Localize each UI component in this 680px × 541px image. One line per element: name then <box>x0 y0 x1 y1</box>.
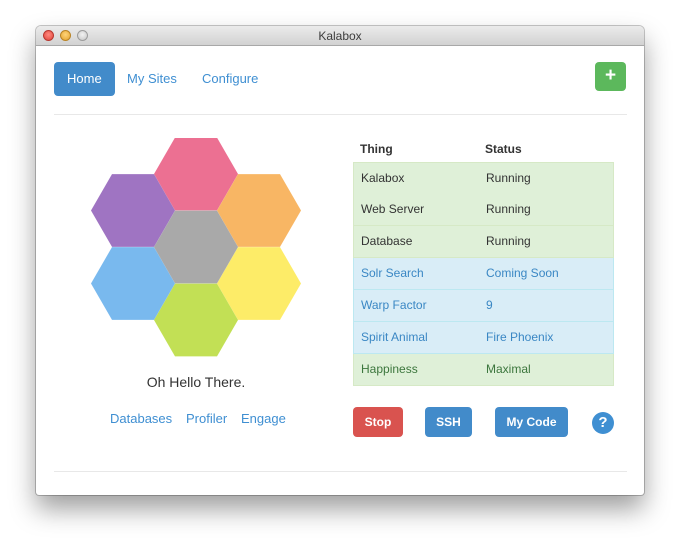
databases-link[interactable]: Databases <box>110 411 172 426</box>
hexagon-logo <box>91 138 301 357</box>
thing-cell: Spirit Animal <box>361 330 428 344</box>
title-bar: Kalabox <box>36 26 644 46</box>
thing-cell: Happiness <box>361 362 418 376</box>
table-row: Warp Factor 9 <box>353 290 614 322</box>
engage-link[interactable]: Engage <box>241 411 286 426</box>
profiler-link[interactable]: Profiler <box>186 411 227 426</box>
window-title: Kalabox <box>318 29 362 43</box>
thing-cell: Database <box>361 234 413 248</box>
tab-my-sites[interactable]: My Sites <box>114 62 190 96</box>
app-window: Kalabox Home My Sites Configure + Oh Hel… <box>36 26 644 495</box>
status-cell: Running <box>486 171 531 185</box>
thing-cell: Solr Search <box>361 266 424 280</box>
status-cell: 9 <box>486 298 493 312</box>
column-header-status: Status <box>485 142 522 156</box>
status-cell: Running <box>486 202 531 216</box>
table-row: Web Server Running <box>353 194 614 226</box>
header-divider <box>54 114 627 115</box>
add-site-button[interactable]: + <box>595 62 626 91</box>
my-code-button[interactable]: My Code <box>495 407 568 437</box>
table-row: Solr Search Coming Soon <box>353 258 614 290</box>
thing-cell: Warp Factor <box>361 298 427 312</box>
status-cell: Running <box>486 234 531 248</box>
greeting-text: Oh Hello There. <box>146 374 246 390</box>
table-row: Kalabox Running <box>353 162 614 195</box>
help-icon[interactable]: ? <box>592 412 614 434</box>
status-cell: Fire Phoenix <box>486 330 554 344</box>
table-row: Happiness Maximal <box>353 354 614 386</box>
stop-button[interactable]: Stop <box>353 407 403 437</box>
status-cell: Maximal <box>486 362 531 376</box>
tab-configure[interactable]: Configure <box>189 62 271 96</box>
ssh-button[interactable]: SSH <box>425 407 472 437</box>
thing-cell: Web Server <box>361 202 425 216</box>
table-row: Database Running <box>353 226 614 258</box>
thing-cell: Kalabox <box>361 171 405 185</box>
tab-home[interactable]: Home <box>54 62 115 96</box>
table-row: Spirit Animal Fire Phoenix <box>353 322 614 354</box>
column-header-thing: Thing <box>360 142 393 156</box>
footer-divider <box>54 471 627 472</box>
status-cell: Coming Soon <box>486 266 559 280</box>
